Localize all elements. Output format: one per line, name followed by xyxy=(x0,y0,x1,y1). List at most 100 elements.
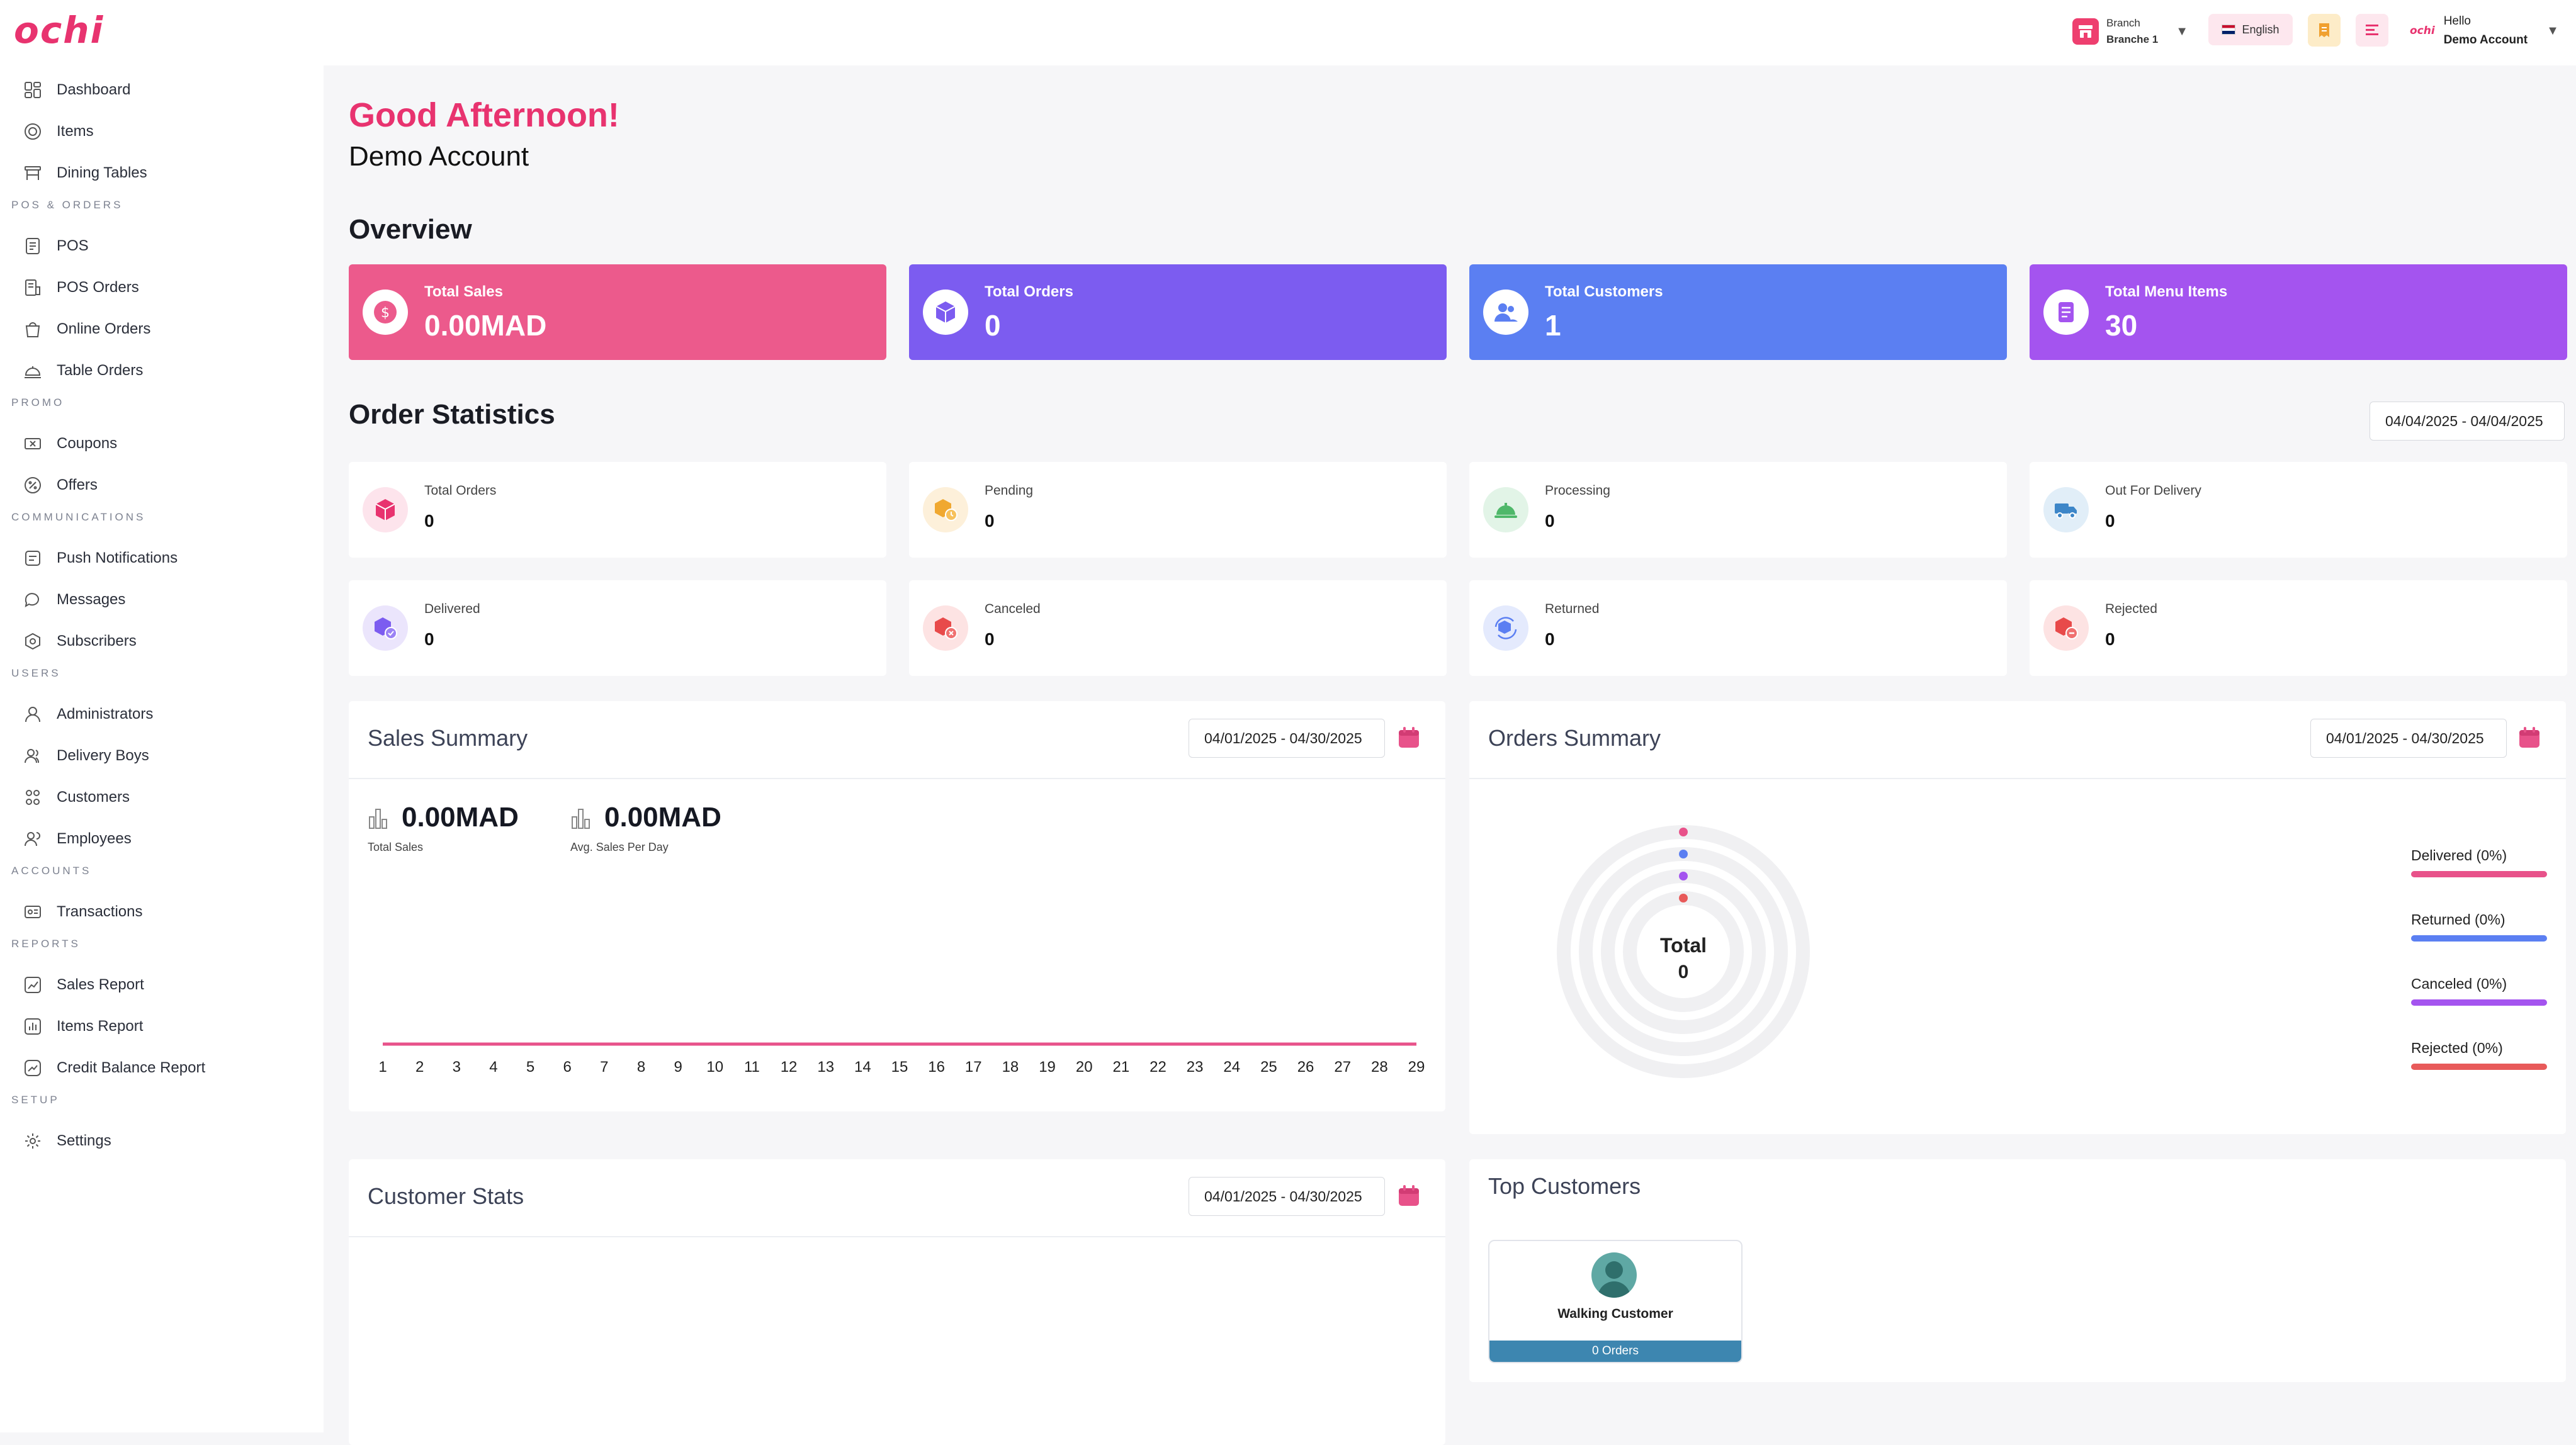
stat-card-label: Processing xyxy=(1545,483,1610,498)
order-statistics-title: Order Statistics xyxy=(349,399,555,430)
sidebar-item-label: Delivery Boys xyxy=(57,747,149,764)
credit-report-icon xyxy=(23,1058,43,1078)
sidebar-item-employees[interactable]: Employees xyxy=(23,823,132,855)
greeting-account-name: Demo Account xyxy=(349,141,529,172)
customer-stats-title: Customer Stats xyxy=(368,1183,524,1209)
app-logo[interactable]: ochi xyxy=(14,9,104,52)
sidebar-item-transactions[interactable]: Transactions xyxy=(23,896,143,928)
sidebar-item-items-report[interactable]: Items Report xyxy=(23,1011,143,1042)
radial-marker-returned xyxy=(1679,850,1688,858)
sales-summary-title: Sales Summary xyxy=(368,725,528,751)
avg-sales-value: 0.00MAD xyxy=(604,802,721,833)
radial-center-label: Total xyxy=(1659,934,1707,957)
users-icon xyxy=(1483,290,1528,335)
x-tick-label: 2 xyxy=(415,1059,424,1076)
calendar-icon[interactable] xyxy=(1396,1183,1421,1208)
returned-box-icon xyxy=(1483,605,1528,651)
stat-card-value: 0 xyxy=(1545,511,1555,531)
sidebar-item-subscribers[interactable]: Subscribers xyxy=(23,626,137,657)
stat-card-label: Canceled xyxy=(985,602,1041,616)
stat-card-out-for-delivery: Out For Delivery 0 xyxy=(2030,462,2567,558)
sidebar-section-promo: PROMO xyxy=(11,396,65,408)
sidebar-item-administrators[interactable]: Administrators xyxy=(23,699,153,730)
subscriber-icon xyxy=(23,631,43,651)
x-tick-label: 14 xyxy=(854,1059,871,1076)
sidebar-item-label: Transactions xyxy=(57,903,143,920)
sidebar-item-push-notifications[interactable]: Push Notifications xyxy=(23,543,178,574)
sidebar-item-dining-tables[interactable]: Dining Tables xyxy=(23,157,147,189)
sidebar-item-label: Table Orders xyxy=(57,362,144,379)
sidebar-item-settings[interactable]: Settings xyxy=(23,1125,111,1157)
stat-card-total-orders: Total Orders 0 xyxy=(349,462,886,558)
customer-name: Walking Customer xyxy=(1557,1307,1673,1321)
panel-divider xyxy=(1469,778,2566,779)
sales-summary-date-range[interactable]: 04/01/2025 - 04/30/2025 xyxy=(1189,719,1385,758)
delivery-boy-icon xyxy=(23,746,43,766)
sidebar-item-label: Subscribers xyxy=(57,633,137,649)
top-customers-title: Top Customers xyxy=(1488,1173,1641,1199)
sidebar-item-coupons[interactable]: Coupons xyxy=(23,428,117,459)
sidebar-item-offers[interactable]: Offers xyxy=(23,469,98,501)
sidebar-item-credit-balance-report[interactable]: Credit Balance Report xyxy=(23,1052,205,1084)
customer-orders-count: 0 Orders xyxy=(1489,1341,1741,1362)
stat-card-label: Returned xyxy=(1545,602,1600,616)
stat-card-value: 0 xyxy=(985,629,995,649)
sidebar-item-sales-report[interactable]: Sales Report xyxy=(23,969,144,1001)
pending-box-icon xyxy=(923,487,968,532)
calendar-icon[interactable] xyxy=(2517,725,2542,750)
sidebar-item-pos[interactable]: POS xyxy=(23,230,89,262)
rejected-box-icon xyxy=(2043,605,2089,651)
branch-name: Branche 1 xyxy=(2106,33,2159,45)
sidebar-item-online-orders[interactable]: Online Orders xyxy=(23,313,150,345)
sidebar-item-label: Items Report xyxy=(57,1018,144,1035)
dollar-icon: $ xyxy=(363,290,408,335)
sidebar-section-reports: REPORTS xyxy=(11,938,81,950)
legend-rejected: Rejected (0%) xyxy=(2411,1040,2503,1056)
stat-card-label: Out For Delivery xyxy=(2105,483,2201,498)
overview-card-total-orders: Total Orders 0 xyxy=(909,264,1447,360)
order-statistics-date-range[interactable]: 04/04/2025 - 04/04/2025 xyxy=(2370,402,2565,441)
stat-card-value: 0 xyxy=(424,629,434,649)
sidebar-item-dashboard[interactable]: Dashboard xyxy=(23,74,130,106)
x-tick-label: 19 xyxy=(1039,1059,1056,1076)
sidebar-section-setup: SETUP xyxy=(11,1094,60,1106)
sidebar-item-messages[interactable]: Messages xyxy=(23,584,125,616)
overview-card-total-customers: Total Customers 1 xyxy=(1469,264,2007,360)
sidebar-item-pos-orders[interactable]: POS Orders xyxy=(23,272,139,303)
sidebar-item-customers[interactable]: Customers xyxy=(23,782,130,813)
sidebar-item-items[interactable]: Items xyxy=(23,116,94,147)
delivered-box-icon xyxy=(363,605,408,651)
stat-card-value: 0 xyxy=(1545,629,1555,649)
calendar-icon[interactable] xyxy=(1396,725,1421,750)
menu-toggle-button[interactable] xyxy=(2356,14,2388,47)
chevron-down-icon[interactable]: ▼ xyxy=(2546,24,2559,38)
overview-card-label: Total Orders xyxy=(985,283,1073,300)
sidebar-section-pos-orders: POS & ORDERS xyxy=(11,199,123,211)
overview-title: Overview xyxy=(349,214,472,245)
align-left-icon xyxy=(2366,25,2378,35)
avg-sales-label: Avg. Sales Per Day xyxy=(570,841,669,853)
customer-stats-date-range[interactable]: 04/01/2025 - 04/30/2025 xyxy=(1189,1177,1385,1216)
avatar: ochi xyxy=(2410,25,2435,37)
orders-summary-title: Orders Summary xyxy=(1488,725,1661,751)
chevron-down-icon[interactable]: ▼ xyxy=(2176,25,2188,39)
x-tick-label: 13 xyxy=(817,1059,835,1076)
orders-notification-button[interactable] xyxy=(2308,14,2341,47)
coupon-icon xyxy=(23,434,43,454)
x-tick-label: 8 xyxy=(636,1059,646,1076)
customer-card[interactable]: Walking Customer 0 Orders xyxy=(1488,1240,1743,1363)
sidebar-item-table-orders[interactable]: Table Orders xyxy=(23,355,143,386)
stat-card-label: Pending xyxy=(985,483,1034,498)
stat-card-value: 0 xyxy=(985,511,995,531)
offer-icon xyxy=(23,475,43,495)
user-menu[interactable]: ochi Hello Demo Account ▼ xyxy=(2410,9,2559,53)
sidebar-item-delivery-boys[interactable]: Delivery Boys xyxy=(23,740,149,772)
panel-divider xyxy=(349,778,1445,779)
orders-summary-date-range[interactable]: 04/01/2025 - 04/30/2025 xyxy=(2310,719,2507,758)
branch-selector[interactable]: Branch Branche 1 ▼ xyxy=(2072,14,2188,49)
language-selector[interactable]: English xyxy=(2208,14,2293,45)
stat-card-delivered: Delivered 0 xyxy=(349,580,886,676)
admin-icon xyxy=(23,704,43,724)
stat-card-returned: Returned 0 xyxy=(1469,580,2007,676)
overview-card-value: 1 xyxy=(1545,309,1561,342)
